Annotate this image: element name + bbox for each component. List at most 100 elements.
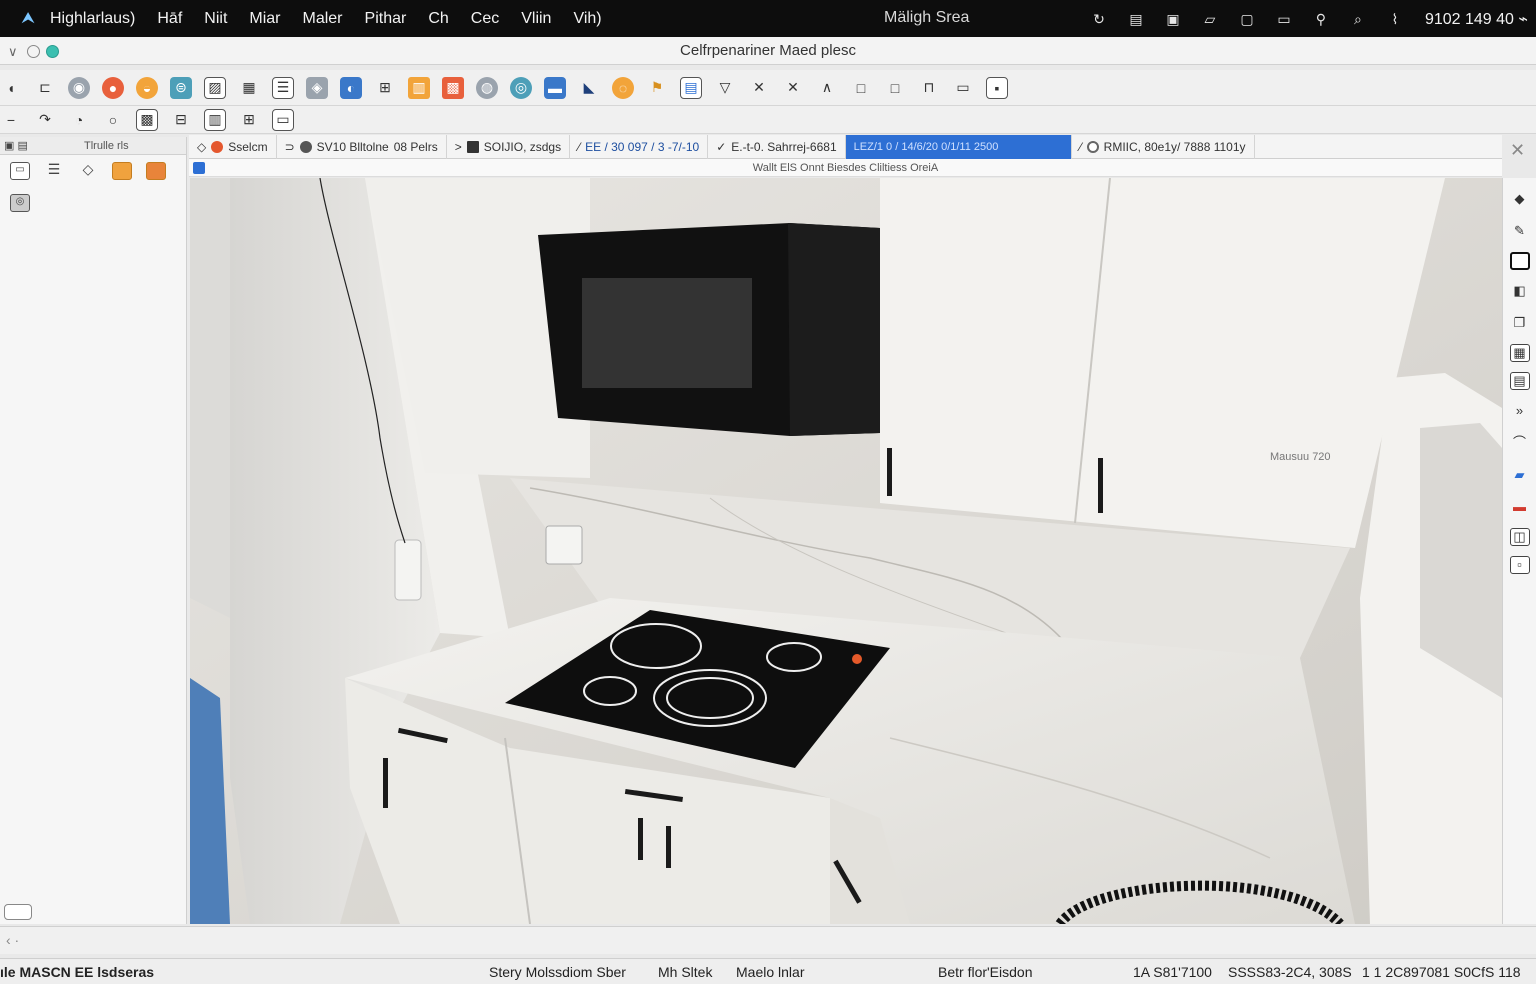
scroll-left-icon[interactable]: ‹ · bbox=[6, 932, 19, 948]
tab-3[interactable]: > SOIJIO, zsdgs bbox=[447, 134, 571, 159]
tab-6-active[interactable]: LEZ/1 0 / 14/6/20 0/1/11 2500 bbox=[845, 134, 1072, 159]
chart-icon[interactable]: ▤ bbox=[680, 76, 702, 99]
material-red-icon[interactable]: ▩ bbox=[442, 76, 464, 99]
menu-item-7[interactable]: Cec bbox=[471, 10, 499, 28]
circle-icon[interactable]: ◖ bbox=[0, 77, 22, 99]
pencil-icon: ⁄ bbox=[1079, 139, 1082, 154]
cross-icon[interactable]: ✕ bbox=[748, 77, 770, 99]
page-icon[interactable]: ▫ bbox=[1509, 556, 1530, 574]
sliders-icon[interactable]: ⊟ bbox=[170, 109, 192, 131]
chevron-right-icon[interactable]: » bbox=[1509, 400, 1531, 422]
location-icon[interactable]: ⚲ bbox=[1312, 10, 1330, 28]
edit-icon[interactable]: ⊏ bbox=[34, 77, 56, 99]
list-icon[interactable]: ☰ bbox=[44, 162, 64, 180]
camera-icon[interactable]: ◎ bbox=[10, 194, 30, 212]
search-icon[interactable]: ⌕ bbox=[1349, 10, 1367, 28]
flag-icon[interactable]: ⚑ bbox=[646, 77, 668, 99]
film-icon[interactable]: ◫ bbox=[1509, 528, 1530, 546]
printer-icon[interactable]: ▤ bbox=[1127, 10, 1145, 28]
rectangle-icon[interactable]: □ bbox=[884, 77, 906, 99]
export-icon[interactable]: ▬ bbox=[544, 76, 566, 99]
microwave-side bbox=[788, 223, 880, 436]
tab-4[interactable]: ⁄ EE / 30 097 / 3 -7/-10 bbox=[570, 134, 709, 159]
save-icon[interactable]: ▤ bbox=[1509, 372, 1530, 390]
diamond-icon[interactable]: ◇ bbox=[78, 162, 98, 180]
layer-icon[interactable]: ◧ bbox=[1509, 280, 1531, 302]
material-icon[interactable]: ◈ bbox=[306, 76, 328, 99]
cabinet-handle bbox=[887, 448, 892, 496]
image-icon[interactable]: ▨ bbox=[204, 76, 226, 99]
status-coord-2: SSSS83-2C4, 308S bbox=[1228, 964, 1352, 980]
menu-item-8[interactable]: Vliin bbox=[521, 10, 551, 28]
folder-blue-icon[interactable]: ▰ bbox=[1509, 464, 1531, 486]
picture-icon[interactable]: ▭ bbox=[272, 108, 294, 131]
circle-outline-icon[interactable]: ○ bbox=[102, 109, 124, 131]
settings-icon[interactable] bbox=[4, 904, 32, 920]
folder-orange-icon[interactable] bbox=[146, 162, 166, 180]
diamond-icon[interactable]: ◆ bbox=[1509, 188, 1531, 210]
close-icon[interactable]: ✕ bbox=[1510, 140, 1525, 161]
frame-icon[interactable]: ▭ bbox=[952, 77, 974, 99]
app-logo-icon[interactable]: ⮝ bbox=[18, 9, 38, 29]
menu-app-name[interactable]: Highlarlaus) bbox=[50, 10, 135, 28]
cross-alt-icon[interactable]: ✕ bbox=[782, 77, 804, 99]
monitor-icon[interactable] bbox=[1509, 252, 1530, 270]
path-icon[interactable]: ⊓ bbox=[918, 77, 940, 99]
calculator-icon[interactable]: ▦ bbox=[1509, 344, 1530, 362]
box-orange-icon[interactable] bbox=[112, 162, 132, 180]
system-menubar: ⮝ Highlarlaus) Hāf Niit Miar Maler Pitha… bbox=[0, 0, 1536, 37]
square-icon[interactable]: ▢ bbox=[1238, 10, 1256, 28]
menu-item-6[interactable]: Ch bbox=[428, 10, 448, 28]
sun-icon[interactable]: ◒ bbox=[136, 76, 158, 99]
tab-5[interactable]: ✓ E.-t-0. Sahrrej-6681 bbox=[708, 134, 846, 159]
tab-2[interactable]: ⊃ SV10 Blltolne 08 Pelrs bbox=[277, 134, 447, 159]
globe-icon[interactable]: ◍ bbox=[476, 76, 498, 99]
panel-tabs-icon[interactable]: ▣ ▤ bbox=[4, 139, 34, 152]
save-icon[interactable]: ▦ bbox=[238, 77, 260, 99]
minus-icon[interactable]: − bbox=[0, 109, 22, 131]
wifi-icon[interactable]: ⌇ bbox=[1386, 10, 1404, 28]
lock-icon[interactable]: ▪ bbox=[986, 76, 1008, 99]
globe-small-icon[interactable]: ◐ bbox=[340, 76, 362, 99]
folder-icon[interactable]: ▱ bbox=[1201, 10, 1219, 28]
menu-item-2[interactable]: Niit bbox=[204, 10, 227, 28]
palette-icon[interactable]: ◉ bbox=[68, 76, 90, 99]
grid-icon[interactable]: ⊞ bbox=[374, 77, 396, 99]
paint-icon[interactable]: ⌒ bbox=[1509, 432, 1531, 454]
grid-alt-icon[interactable]: ⊞ bbox=[238, 109, 260, 131]
display-icon[interactable]: ▭ bbox=[1275, 10, 1293, 28]
menu-item-3[interactable]: Miar bbox=[249, 10, 280, 28]
layers-icon[interactable]: ☰ bbox=[272, 76, 294, 99]
tab-7[interactable]: ⁄ RMIIC, 80e1y/ 7888 1101y bbox=[1072, 134, 1255, 159]
horizontal-scrollbar[interactable]: ‹ · bbox=[0, 926, 1536, 954]
triangle-icon[interactable]: ▽ bbox=[714, 77, 736, 99]
sync-icon[interactable]: ↻ bbox=[1090, 10, 1108, 28]
3d-viewport[interactable]: Mausuu 720 bbox=[190, 178, 1502, 924]
book-icon[interactable]: ▥ bbox=[204, 108, 226, 131]
menu-item-4[interactable]: Maler bbox=[303, 10, 343, 28]
menu-item-9[interactable]: Vih) bbox=[573, 10, 601, 28]
chat-icon[interactable]: ◣ bbox=[578, 77, 600, 99]
angle-icon[interactable]: ∧ bbox=[816, 77, 838, 99]
sphere-icon[interactable]: ◎ bbox=[510, 76, 532, 99]
square-icon[interactable]: □ bbox=[850, 77, 872, 99]
menu-item-5[interactable]: Pithar bbox=[365, 10, 407, 28]
chevron-left-icon[interactable]: ◇ bbox=[197, 140, 206, 154]
info-icon[interactable] bbox=[193, 162, 205, 174]
pen-icon[interactable]: ✎ bbox=[1509, 220, 1531, 242]
target-icon[interactable]: ◌ bbox=[612, 76, 634, 99]
tab-1[interactable]: ◇ Sselcm bbox=[189, 134, 277, 159]
wall-outlet bbox=[394, 539, 422, 601]
system-clock[interactable]: 9102 149 40 ⌁ bbox=[1425, 9, 1528, 29]
record-icon[interactable]: ● bbox=[102, 76, 124, 99]
cylinder-icon[interactable]: ⊜ bbox=[170, 76, 192, 99]
brick-icon[interactable]: ▥ bbox=[408, 76, 430, 99]
spiral-icon[interactable]: ◔ bbox=[68, 109, 90, 131]
window-icon[interactable]: ▣ bbox=[1164, 10, 1182, 28]
folder-icon[interactable]: ❐ bbox=[1509, 312, 1531, 334]
monitor-icon[interactable]: ▭ bbox=[10, 162, 30, 180]
image-icon[interactable]: ▩ bbox=[136, 108, 158, 131]
menu-item-1[interactable]: Hāf bbox=[157, 10, 182, 28]
tag-red-icon[interactable]: ▬ bbox=[1509, 496, 1531, 518]
arrow-icon[interactable]: ↷ bbox=[34, 109, 56, 131]
